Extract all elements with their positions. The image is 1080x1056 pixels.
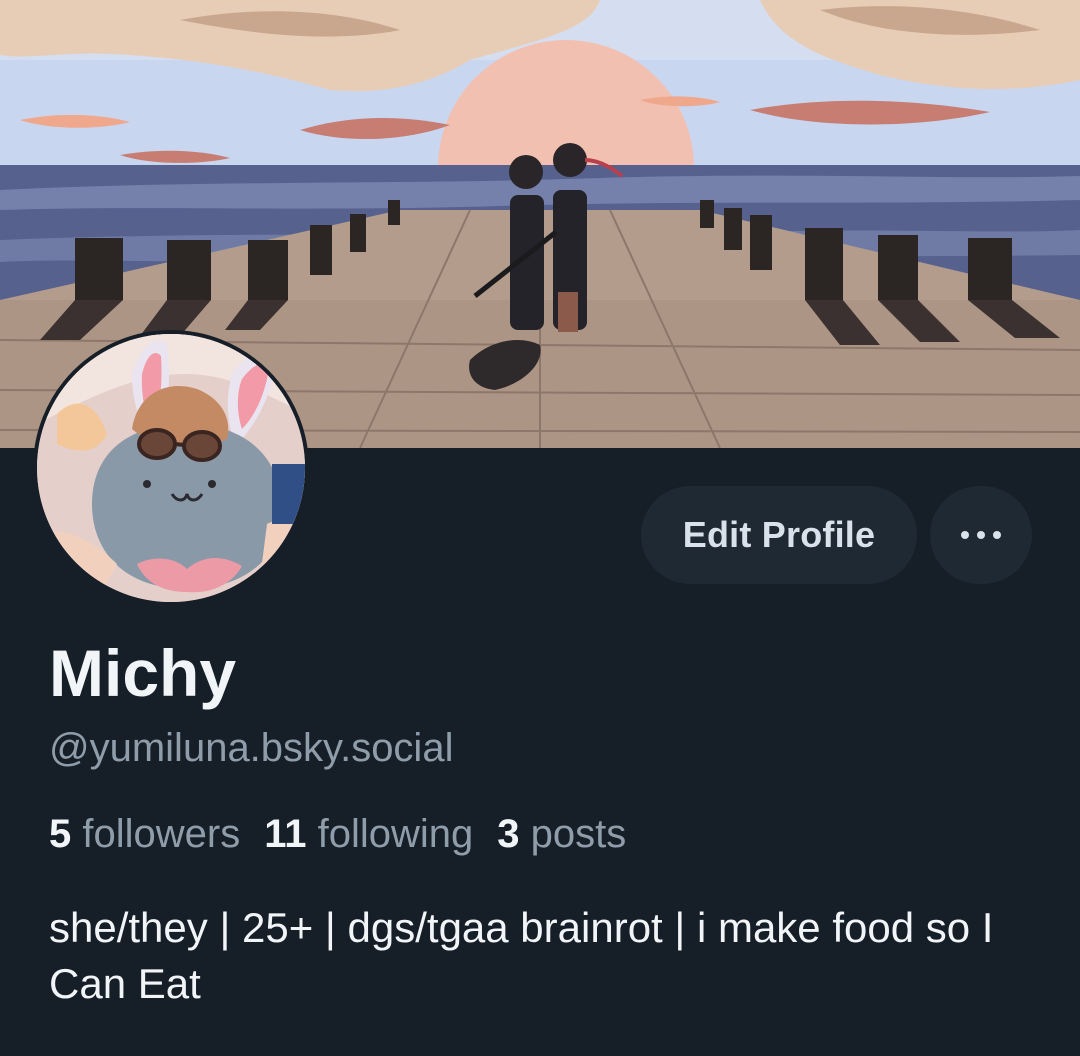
posts-stat: 3 posts — [497, 812, 626, 856]
ellipsis-icon — [961, 531, 1001, 539]
posts-label: posts — [530, 812, 627, 856]
followers-label: followers — [82, 812, 241, 856]
following-stat[interactable]: 11 following — [264, 812, 473, 856]
profile-stats: 5 followers 11 following 3 posts — [49, 806, 650, 862]
followers-count: 5 — [49, 812, 72, 856]
avatar[interactable] — [33, 330, 309, 606]
profile-handle: @yumiluna.bsky.social — [49, 726, 454, 770]
following-label: following — [317, 812, 474, 856]
profile-bio: she/they | 25+ | dgs/tgaa brainrot | i m… — [49, 904, 994, 1007]
avatar-image — [37, 334, 305, 602]
display-name: Michy — [49, 636, 237, 710]
edit-profile-button[interactable]: Edit Profile — [641, 486, 917, 584]
following-count: 11 — [264, 812, 307, 856]
followers-stat[interactable]: 5 followers — [49, 812, 240, 856]
posts-count: 3 — [497, 812, 520, 856]
more-options-button[interactable] — [930, 486, 1032, 584]
